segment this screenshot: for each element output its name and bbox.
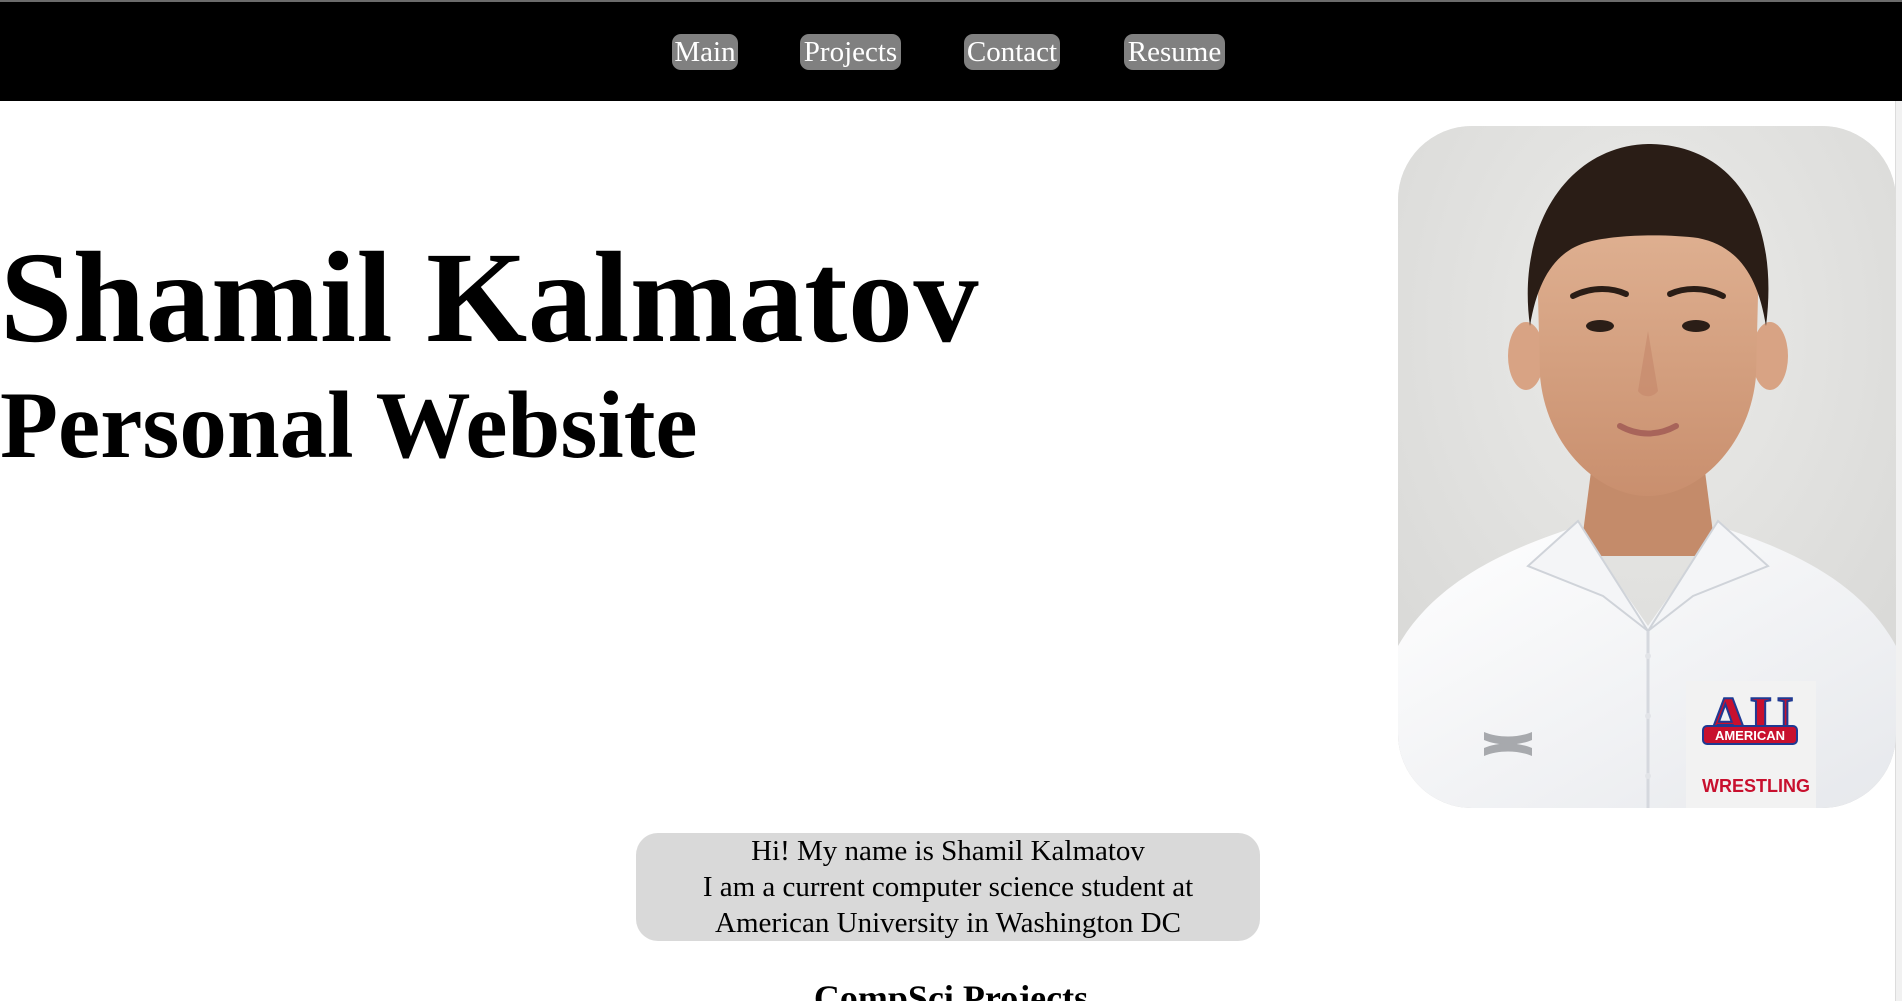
page-subtitle: Personal Website xyxy=(0,372,698,478)
page-scrollbar[interactable] xyxy=(1895,101,1902,1001)
nav-projects-button[interactable]: Projects xyxy=(800,34,901,70)
intro-line: Hi! My name is Shamil Kalmatov xyxy=(751,835,1145,867)
profile-photo: AU AMERICAN WRESTLING xyxy=(1398,126,1896,808)
nav-resume-button[interactable]: Resume xyxy=(1124,34,1225,70)
projects-section-heading: CompSci Projects xyxy=(813,978,1089,1001)
intro-line: I am a current computer science student … xyxy=(702,871,1194,903)
page-title: Shamil Kalmatov xyxy=(0,226,979,370)
nav-main-button[interactable]: Main xyxy=(672,34,738,70)
nav-contact-button[interactable]: Contact xyxy=(964,34,1060,70)
svg-text:AMERICAN: AMERICAN xyxy=(1715,728,1785,743)
intro-box: Hi! My name is Shamil Kalmatov I am a cu… xyxy=(636,833,1260,941)
page: Main Projects Contact Resume Shamil Kalm… xyxy=(0,0,1902,1001)
svg-text:WRESTLING: WRESTLING xyxy=(1702,776,1810,796)
american-wrestling-logo: AU AMERICAN WRESTLING xyxy=(1686,681,1816,808)
intro-line: American University in Washington DC xyxy=(715,907,1181,939)
top-navbar: Main Projects Contact Resume xyxy=(0,0,1902,101)
